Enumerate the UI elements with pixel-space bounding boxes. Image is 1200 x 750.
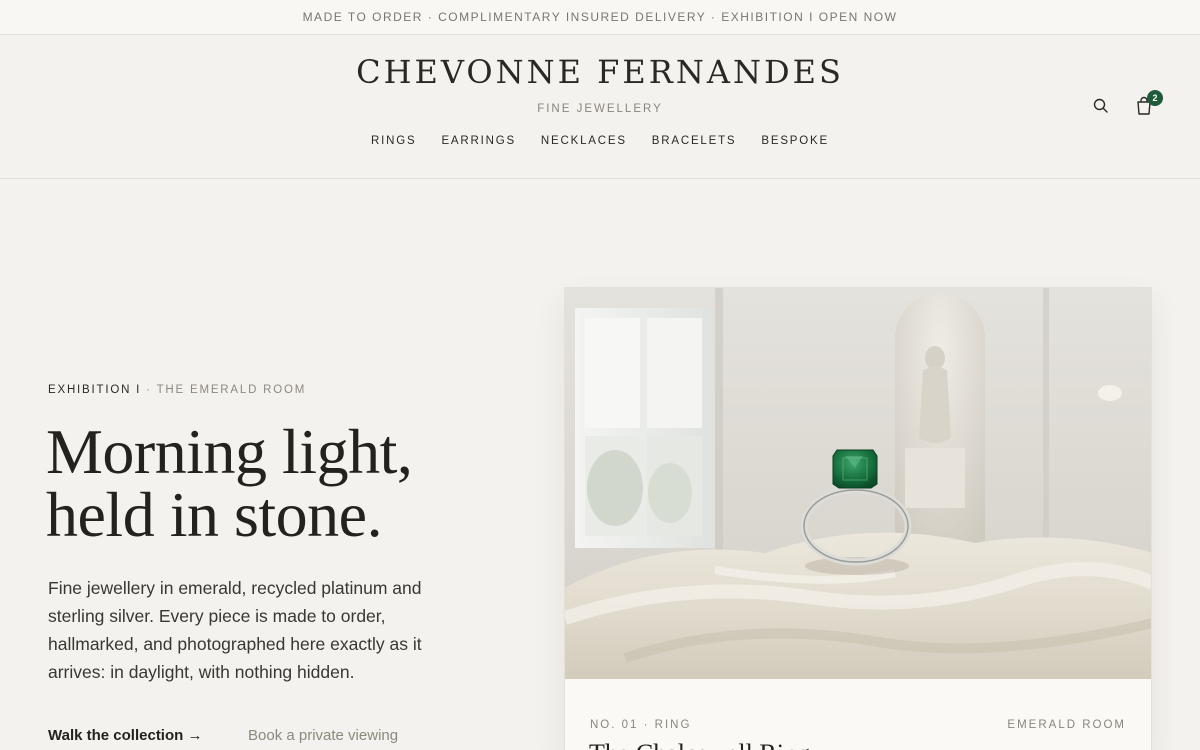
brand-tagline: FINE JEWELLERY xyxy=(537,103,663,115)
eyebrow-room: · THE EMERALD ROOM xyxy=(146,384,307,396)
main-nav: RINGS EARRINGS NECKLACES BRACELETS BESPO… xyxy=(0,135,1200,147)
product-room: EMERALD ROOM xyxy=(1007,719,1126,731)
cart-count-badge: 2 xyxy=(1147,90,1163,106)
search-icon[interactable] xyxy=(1092,97,1110,115)
nav-item-necklaces[interactable]: NECKLACES xyxy=(541,135,627,147)
nav-item-bespoke[interactable]: BESPOKE xyxy=(761,135,829,147)
walk-collection-link[interactable]: Walk the collection → xyxy=(48,727,202,744)
product-title[interactable]: The Chalcewell Ring xyxy=(589,739,810,750)
announcement-text: MADE TO ORDER · COMPLIMENTARY INSURED DE… xyxy=(302,10,898,24)
hero-eyebrow: EXHIBITION I · THE EMERALD ROOM xyxy=(48,384,306,396)
brand-logo[interactable]: CHEVONNE FERNANDES xyxy=(0,53,1200,91)
hero-title-line-2: held in stone. xyxy=(46,479,383,550)
hero-description: Fine jewellery in emerald, recycled plat… xyxy=(48,578,422,682)
nav-item-rings[interactable]: RINGS xyxy=(371,135,416,147)
product-number: NO. 01 · RING xyxy=(590,719,692,731)
book-viewing-link[interactable]: Book a private viewing xyxy=(248,727,398,744)
site-header: CHEVONNE FERNANDES FINE JEWELLERY RINGS … xyxy=(0,35,1200,179)
hero-title-line-1: Morning light, xyxy=(46,416,413,487)
hero-title: Morning light, held in stone. xyxy=(46,420,516,547)
announcement-bar: MADE TO ORDER · COMPLIMENTARY INSURED DE… xyxy=(0,0,1200,35)
nav-item-bracelets[interactable]: BRACELETS xyxy=(652,135,737,147)
eyebrow-exhibition: EXHIBITION I xyxy=(48,384,142,396)
product-photo[interactable] xyxy=(565,288,1152,679)
feature-product-card[interactable]: NO. 01 · RING EMERALD ROOM The Chalcewel… xyxy=(564,287,1152,750)
nav-item-earrings[interactable]: EARRINGS xyxy=(441,135,515,147)
